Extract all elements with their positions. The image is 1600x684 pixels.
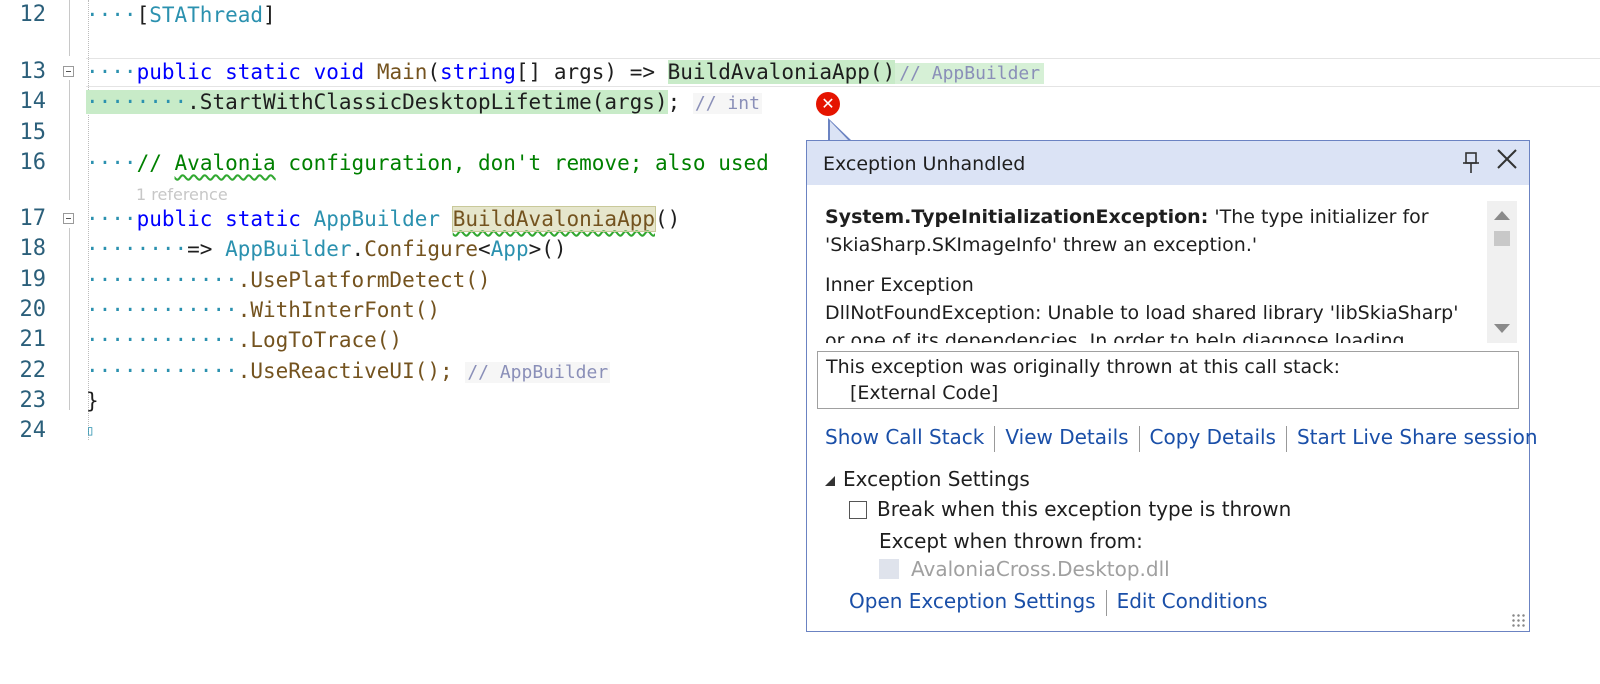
keyword: public static void [136,60,365,84]
line-number: 18 [19,236,47,261]
line-number: 13 [19,59,47,84]
type-name: AppBuilder [313,207,441,231]
exception-message: System.TypeInitializationException: 'The… [825,203,1465,343]
method-call: .LogToTrace() [237,328,403,352]
comment-text: configuration, don't remove; also used [288,151,769,175]
line-number: 17 [19,206,47,231]
code-line-24[interactable]: ▯ [86,416,94,446]
break-when-thrown-row[interactable]: Break when this exception type is thrown [849,497,1291,521]
action-links: Show Call Stack View Details Copy Details S… [825,425,1538,452]
reference-count[interactable]: 1 reference [136,185,228,204]
type-name: App [490,237,529,261]
exception-type: System.TypeInitializationException: [825,206,1209,228]
line-number: 20 [19,297,47,322]
break-checkbox[interactable] [849,501,867,519]
keyword: string [440,60,516,84]
code-text: => [187,237,213,261]
code-line-12: ····[STAThread] [86,3,276,27]
type-name: AppBuilder [225,237,352,261]
view-details-link[interactable]: View Details [1005,425,1128,449]
method-name: Configure [364,237,478,261]
inner-exception-label: Inner Exception [825,274,974,296]
link-separator [994,425,996,452]
call-stack-frame[interactable]: [External Code] [826,380,1510,406]
link-separator [1105,589,1107,616]
highlighted-call: BuildAvaloniaApp() [667,60,896,84]
code-line-16: ····// Avalonia configuration, don't rem… [86,151,769,175]
collapse-toggle[interactable] [63,213,74,224]
exception-popup: Exception Unhandled System.TypeInitializ… [806,140,1538,632]
collapse-toggle[interactable] [63,66,74,77]
exception-settings-toggle[interactable]: Exception Settings [825,467,1030,491]
scroll-down-icon[interactable] [1494,324,1510,333]
popup-header: Exception Unhandled [807,141,1529,185]
link-separator [1138,425,1140,452]
code-line-19: ············.UsePlatformDetect() [86,268,491,292]
method-name: BuildAvaloniaApp [451,206,657,232]
dll-label: AvaloniaCross.Desktop.dll [911,557,1170,581]
dll-row: AvaloniaCross.Desktop.dll [879,557,1170,581]
inlay-hint: // AppBuilder [895,63,1045,84]
settings-links: Open Exception Settings Edit Conditions [849,589,1268,616]
code-line-14: ········.StartWithClassicDesktopLifetime… [86,90,762,114]
code-text: } [86,389,99,413]
expand-triangle-icon [825,476,835,486]
open-exception-settings-link[interactable]: Open Exception Settings [849,589,1096,613]
close-icon[interactable] [1495,147,1519,178]
line-number: 19 [19,267,47,292]
outline-guide [69,80,70,200]
highlighted-statement: .StartWithClassicDesktopLifetime(args) [187,90,668,114]
popup-pointer-fill [830,121,850,142]
inlay-hint: // AppBuilder [465,362,611,383]
code-line-13: ····public static void Main(string[] arg… [86,57,1045,87]
popup-title: Exception Unhandled [823,153,1026,175]
copy-details-link[interactable]: Copy Details [1150,425,1276,449]
comment-text: Avalonia [174,151,276,175]
attribute-name: STAThread [149,3,264,27]
call-stack-header: This exception was originally thrown at … [826,356,1340,378]
method-call: .UseReactiveUI(); [237,359,453,383]
line-number: 21 [19,327,47,352]
outline-guide [69,228,70,410]
code-line-22: ············.UseReactiveUI(); // AppBuil… [86,359,611,383]
except-when-label: Except when thrown from: [879,529,1143,553]
line-number: 15 [19,120,47,145]
link-separator [1285,425,1287,452]
dll-checkbox [879,559,899,579]
code-line-20: ············.WithInterFont() [86,298,441,322]
inner-exception-text: DllNotFoundException: Unable to load sha… [825,302,1459,343]
show-call-stack-link[interactable]: Show Call Stack [825,425,984,449]
keyword: public static [136,207,301,231]
edit-conditions-link[interactable]: Edit Conditions [1117,589,1268,613]
resize-grip-icon[interactable] [1511,613,1525,627]
scroll-up-icon[interactable] [1494,211,1510,220]
line-number: 23 [19,388,47,413]
error-icon[interactable]: ✕ [816,92,840,116]
inlay-hint: // int [692,93,762,114]
line-number: 22 [19,358,47,383]
method-call: .WithInterFont() [237,298,441,322]
message-scrollbar[interactable] [1487,201,1517,343]
code-line-18: ········=> AppBuilder.Configure<App>() [86,237,567,261]
live-share-link[interactable]: Start Live Share session [1297,425,1538,449]
call-stack-box: This exception was originally thrown at … [817,351,1519,409]
comment-text: // [136,151,162,175]
line-number: 12 [19,2,47,27]
exception-settings-label: Exception Settings [843,467,1030,491]
scroll-thumb[interactable] [1494,231,1510,246]
method-call: .UsePlatformDetect() [237,268,491,292]
code-line-23: } [86,386,99,416]
code-text: [] args) => [515,60,655,84]
break-label: Break when this exception type is thrown [877,497,1292,521]
method-name: Main [376,60,428,84]
line-number: 14 [19,89,47,114]
code-line-17: ····public static AppBuilder BuildAvalon… [86,206,681,232]
line-number: 24 [19,418,47,443]
line-number: 16 [19,150,47,175]
pin-icon[interactable] [1461,151,1481,180]
outline-guide [69,0,70,56]
code-line-21: ············.LogToTrace() [86,328,403,352]
